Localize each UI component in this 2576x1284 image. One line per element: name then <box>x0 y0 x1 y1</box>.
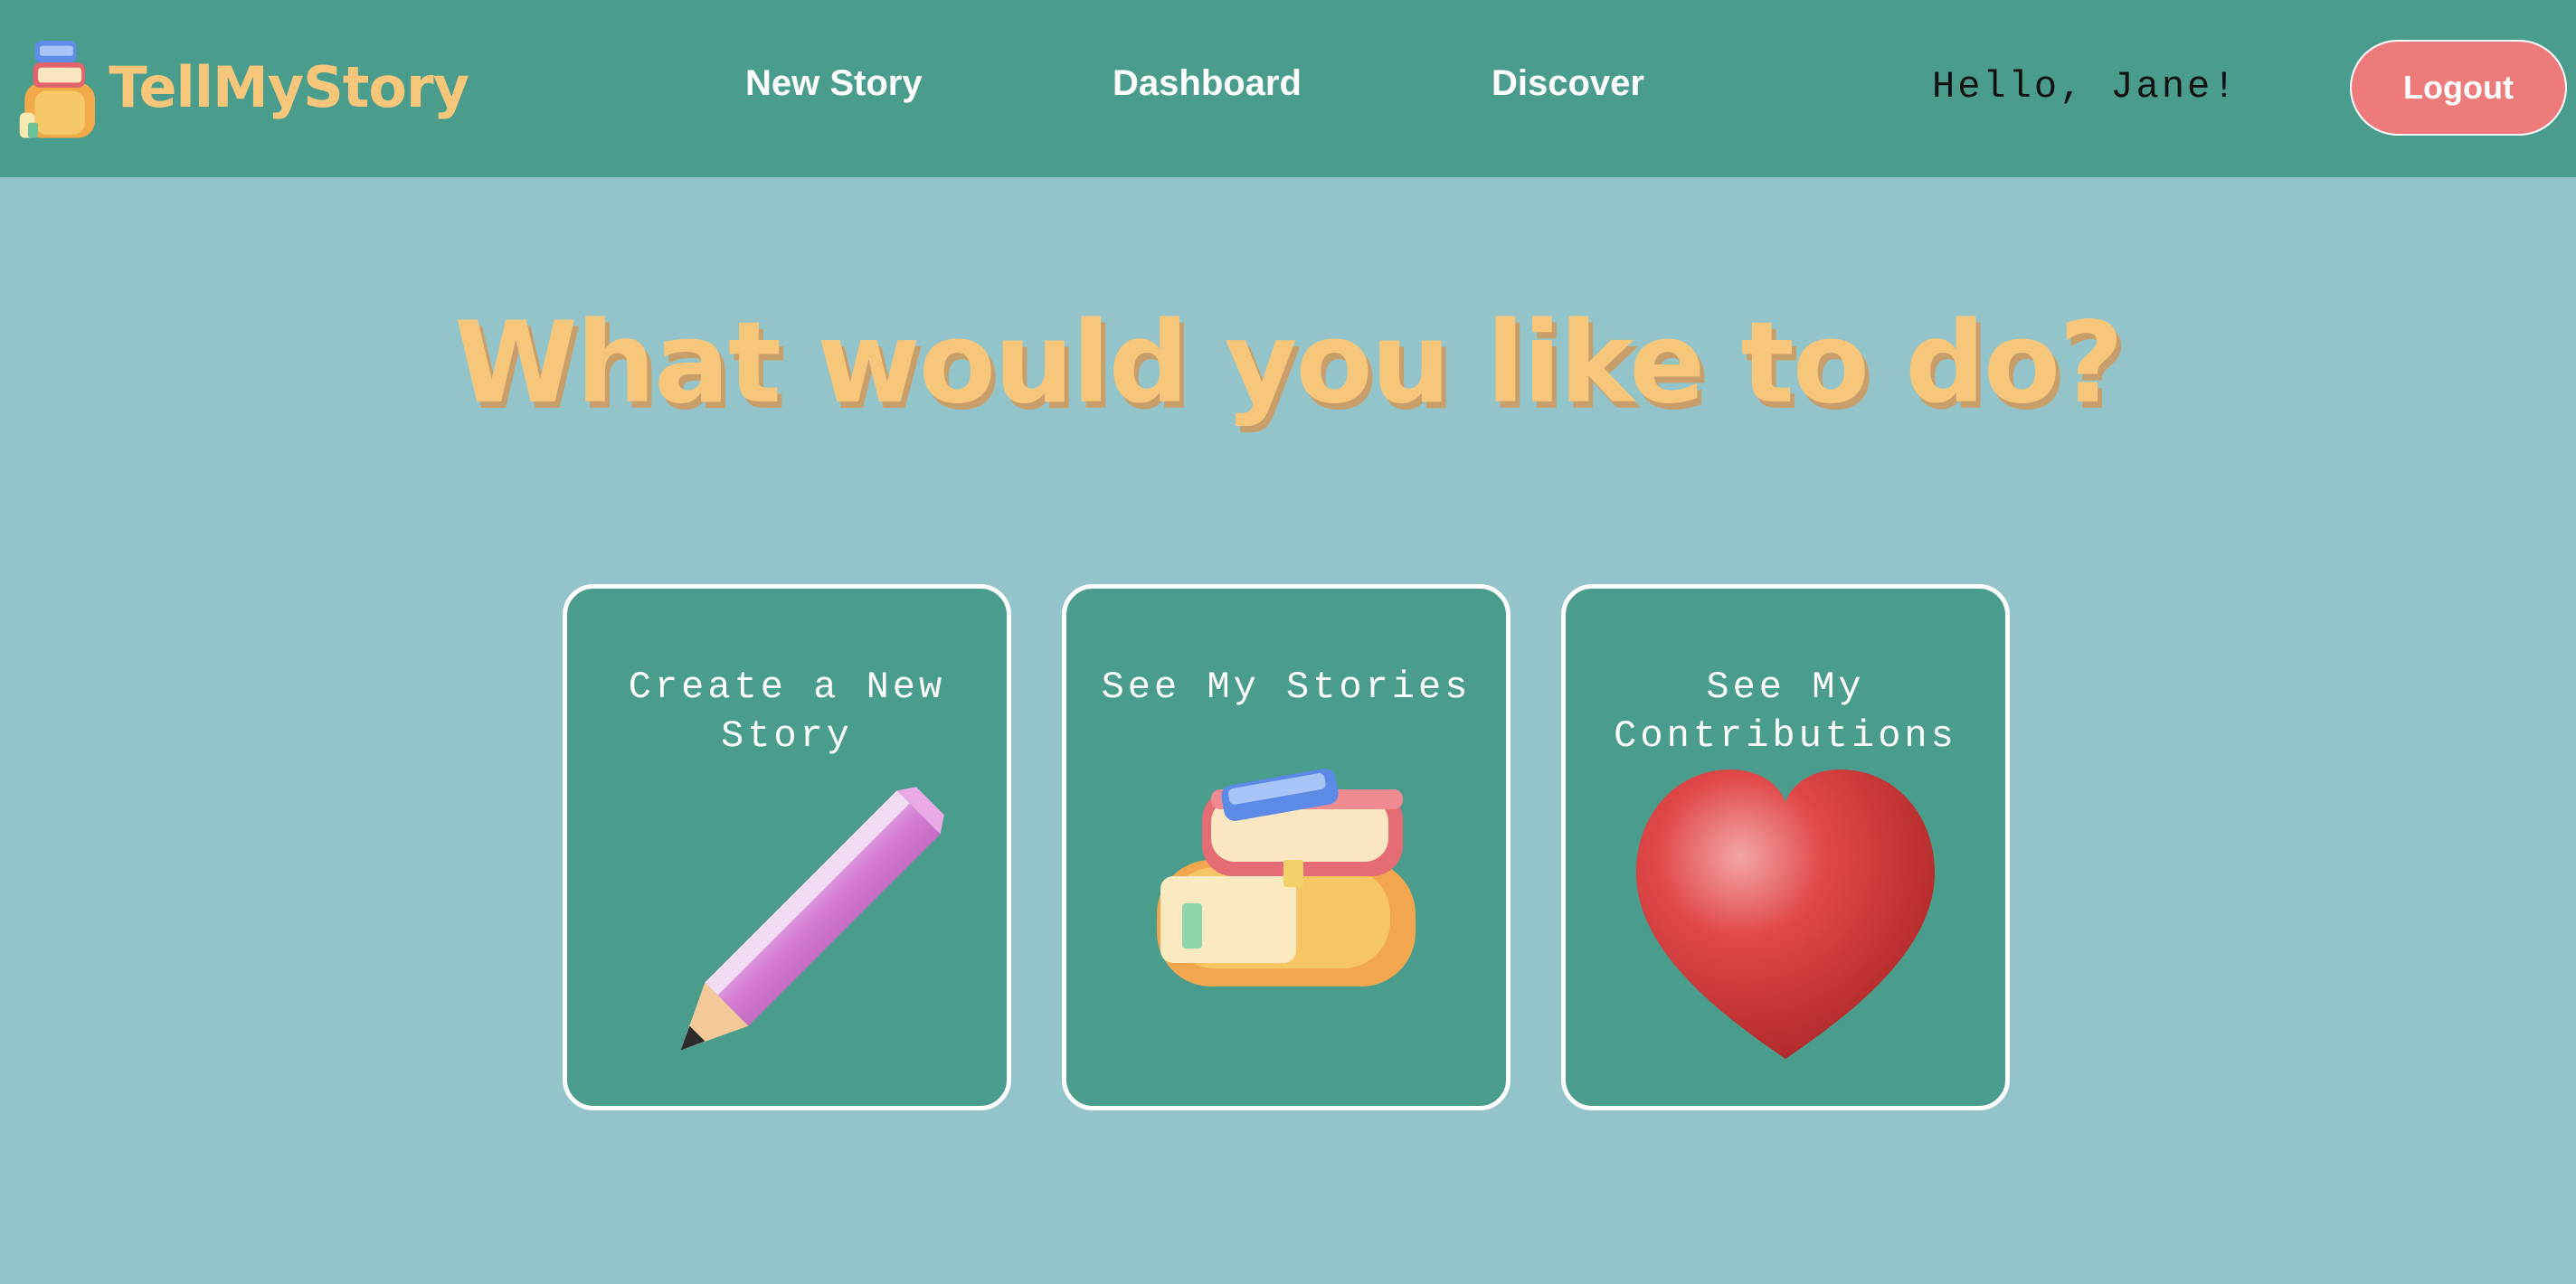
nav-dashboard[interactable]: Dashboard <box>1113 63 1302 104</box>
card-title: See My Stories <box>1101 666 1472 709</box>
create-new-story-card[interactable]: Create a New Story <box>563 584 1011 1110</box>
page-heading: What would you like to do? <box>453 298 2124 429</box>
brand-name: TellMyStory <box>109 53 469 120</box>
logout-button[interactable]: Logout <box>2350 40 2567 136</box>
top-navbar: TellMyStory New Story Dashboard Discover… <box>0 0 2576 177</box>
card-title: Create a New Story <box>628 666 946 758</box>
user-greeting: Hello, Jane! <box>1932 65 2239 109</box>
brand-logo[interactable]: TellMyStory <box>16 24 469 150</box>
see-my-contributions-card[interactable]: See My Contributions <box>1561 584 2010 1110</box>
nav-discover[interactable]: Discover <box>1492 63 1644 104</box>
nav-new-story[interactable]: New Story <box>745 63 923 104</box>
see-my-stories-card[interactable]: See My Stories <box>1062 584 1511 1110</box>
card-title: See My Contributions <box>1614 666 1957 758</box>
books-logo-icon <box>19 41 95 138</box>
